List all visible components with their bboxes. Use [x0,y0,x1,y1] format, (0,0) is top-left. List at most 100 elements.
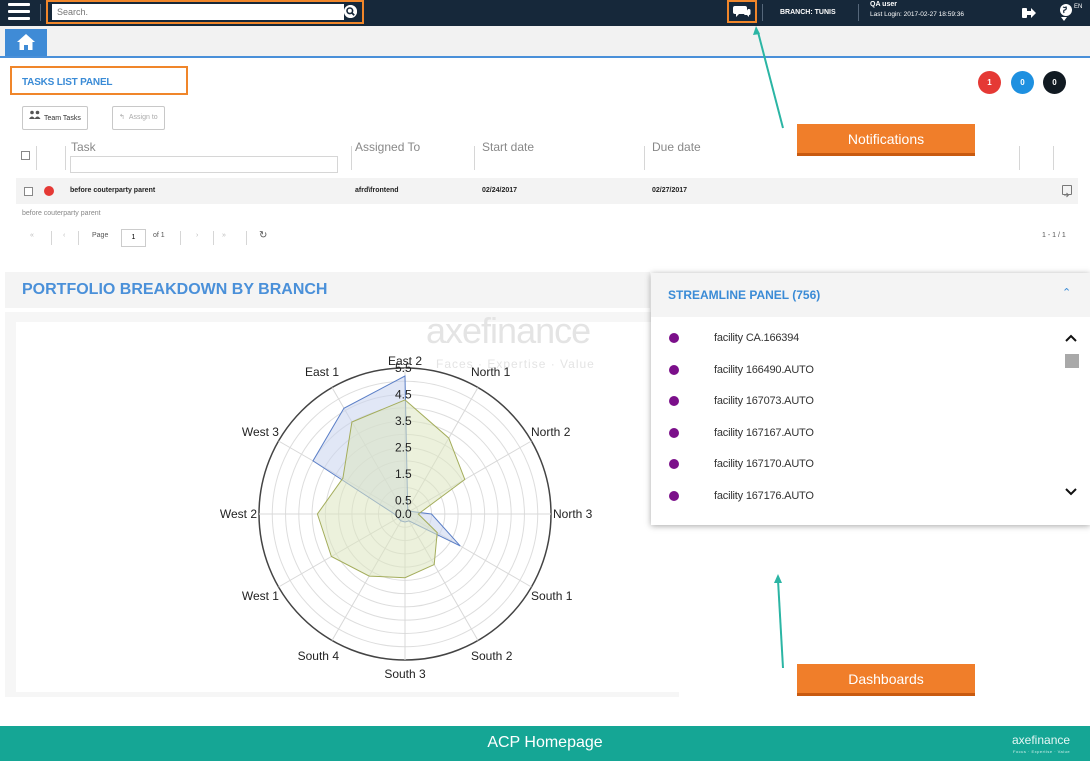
reply-icon: ↰ [119,114,125,121]
status-dot [669,427,679,438]
search-input[interactable] [52,4,344,20]
streamline-panel: STREAMLINE PANEL (756) ⌃ facility CA.166… [651,273,1090,525]
chevron-down-icon[interactable] [1061,17,1067,21]
column-header-task[interactable]: Task [71,140,96,154]
task-cell[interactable]: before couterparty parent [70,187,155,194]
streamline-item[interactable]: facility 167176.AUTO [651,481,1051,512]
count-badge[interactable]: 1 [978,71,1001,94]
chat-icon[interactable] [733,4,751,19]
row-checkbox[interactable] [24,187,33,196]
divider [51,231,52,245]
page-number-input[interactable]: 1 [121,229,146,247]
priority-dot [44,186,54,196]
tasks-panel-title: TASKS LIST PANEL [22,77,113,88]
divider [474,146,475,170]
pager-summary: 1 - 1 / 1 [1042,232,1066,239]
streamline-item[interactable]: facility 167167.AUTO [651,418,1051,449]
divider [213,231,214,245]
chevron-up-icon[interactable]: ⌃ [1062,286,1071,299]
scroll-up-icon[interactable] [1065,330,1077,346]
due-date-cell: 02/27/2017 [652,187,688,194]
app-root: BRANCH: TUNIS QA user Last Login: 2017-0… [0,0,1090,761]
divider [65,146,66,170]
first-page-icon[interactable]: « [30,232,34,239]
tab-strip [0,26,1090,58]
watermark-logo: axefinance [426,310,591,351]
assign-to-label: Assign to [128,114,158,121]
scrollbar-thumb[interactable] [1065,354,1079,368]
team-icon [29,107,41,129]
divider [180,231,181,245]
divider [858,4,859,21]
footer-title: ACP Homepage [487,734,603,751]
branch-label: BRANCH: TUNIS [780,9,836,16]
search-icon[interactable] [344,5,357,18]
streamline-item-label: facility 167167.AUTO [714,426,814,439]
streamline-item-label: facility 167176.AUTO [714,489,814,502]
streamline-item[interactable]: facility 166490.AUTO [651,355,1051,386]
streamline-item-label: facility 167073.AUTO [714,395,814,407]
divider [36,146,37,170]
assign-to-button[interactable]: ↰ Assign to [112,106,165,130]
divider [40,4,41,21]
status-dot [669,490,679,501]
streamline-item[interactable]: facility CA.166394 [651,323,1051,354]
table-row[interactable] [16,178,1078,204]
dashboards-callout: Dashboards [797,664,975,696]
footer-logo-tagline: Focus · Expertise · Value [1013,749,1071,754]
streamline-title: STREAMLINE PANEL (756) [668,288,821,302]
last-page-icon[interactable]: » [222,232,226,239]
task-filter-input[interactable] [70,156,338,173]
footer-logo: axefinance [1012,733,1071,747]
divider [246,231,247,245]
divider [644,146,645,170]
column-header-start-date[interactable]: Start date [482,140,534,154]
refresh-icon[interactable]: ↻ [259,230,267,241]
status-dot [669,459,679,469]
language-label[interactable]: EN [1074,4,1082,10]
column-header-assigned-to[interactable]: Assigned To [355,140,420,154]
watermark-tagline: Faces · Expertise · Value [436,357,595,371]
next-page-icon[interactable]: › [196,232,198,239]
count-badge[interactable]: 0 [1043,71,1066,94]
status-dot [669,333,679,343]
status-dot [669,364,679,375]
prev-page-icon[interactable]: ‹ [63,232,65,239]
streamline-item[interactable]: facility 167170.AUTO [651,449,1051,480]
scroll-down-icon[interactable] [1065,483,1077,499]
last-login: Last Login: 2017-02-27 18:59:36 [870,11,964,18]
select-all-checkbox[interactable] [21,151,30,160]
portfolio-title: PORTFOLIO BREAKDOWN BY BRANCH [22,281,328,298]
footer: ACP Homepage axefinance Focus · Expertis… [0,726,1090,761]
divider [351,146,352,170]
streamline-item-label: facility 167170.AUTO [714,458,814,470]
notifications-callout: Notifications [797,124,975,156]
top-bar: BRANCH: TUNIS QA user Last Login: 2017-0… [0,0,1090,26]
divider [762,4,763,21]
start-date-cell: 02/24/2017 [482,187,518,194]
globe-icon[interactable] [1059,3,1073,17]
home-icon [17,34,35,50]
divider [1053,146,1054,170]
divider [78,231,79,245]
dashboards-arrowhead [774,574,782,583]
logout-icon[interactable] [1022,6,1036,18]
streamline-item-label: facility CA.166394 [714,332,800,344]
page-total: of 1 [153,232,165,239]
streamline-item[interactable]: facility 167073.AUTO [651,386,1051,417]
menu-icon[interactable] [8,3,30,21]
user-name[interactable]: QA user [870,1,897,8]
team-tasks-label: Team Tasks [44,114,81,122]
team-tasks-button[interactable]: Team Tasks [22,106,88,130]
chart-card [16,322,679,692]
count-badge[interactable]: 0 [1011,71,1034,94]
tab-home[interactable] [5,29,47,56]
page-label: Page [92,232,109,239]
column-header-due-date[interactable]: Due date [652,140,701,154]
divider [1019,146,1020,170]
task-preview: before couterparty parent [22,210,101,217]
streamline-item-label: facility 166490.AUTO [714,363,814,376]
assigned-to-cell: afrd\frontend [355,187,399,194]
open-task-icon[interactable] [1062,185,1072,198]
status-dot [669,396,679,406]
